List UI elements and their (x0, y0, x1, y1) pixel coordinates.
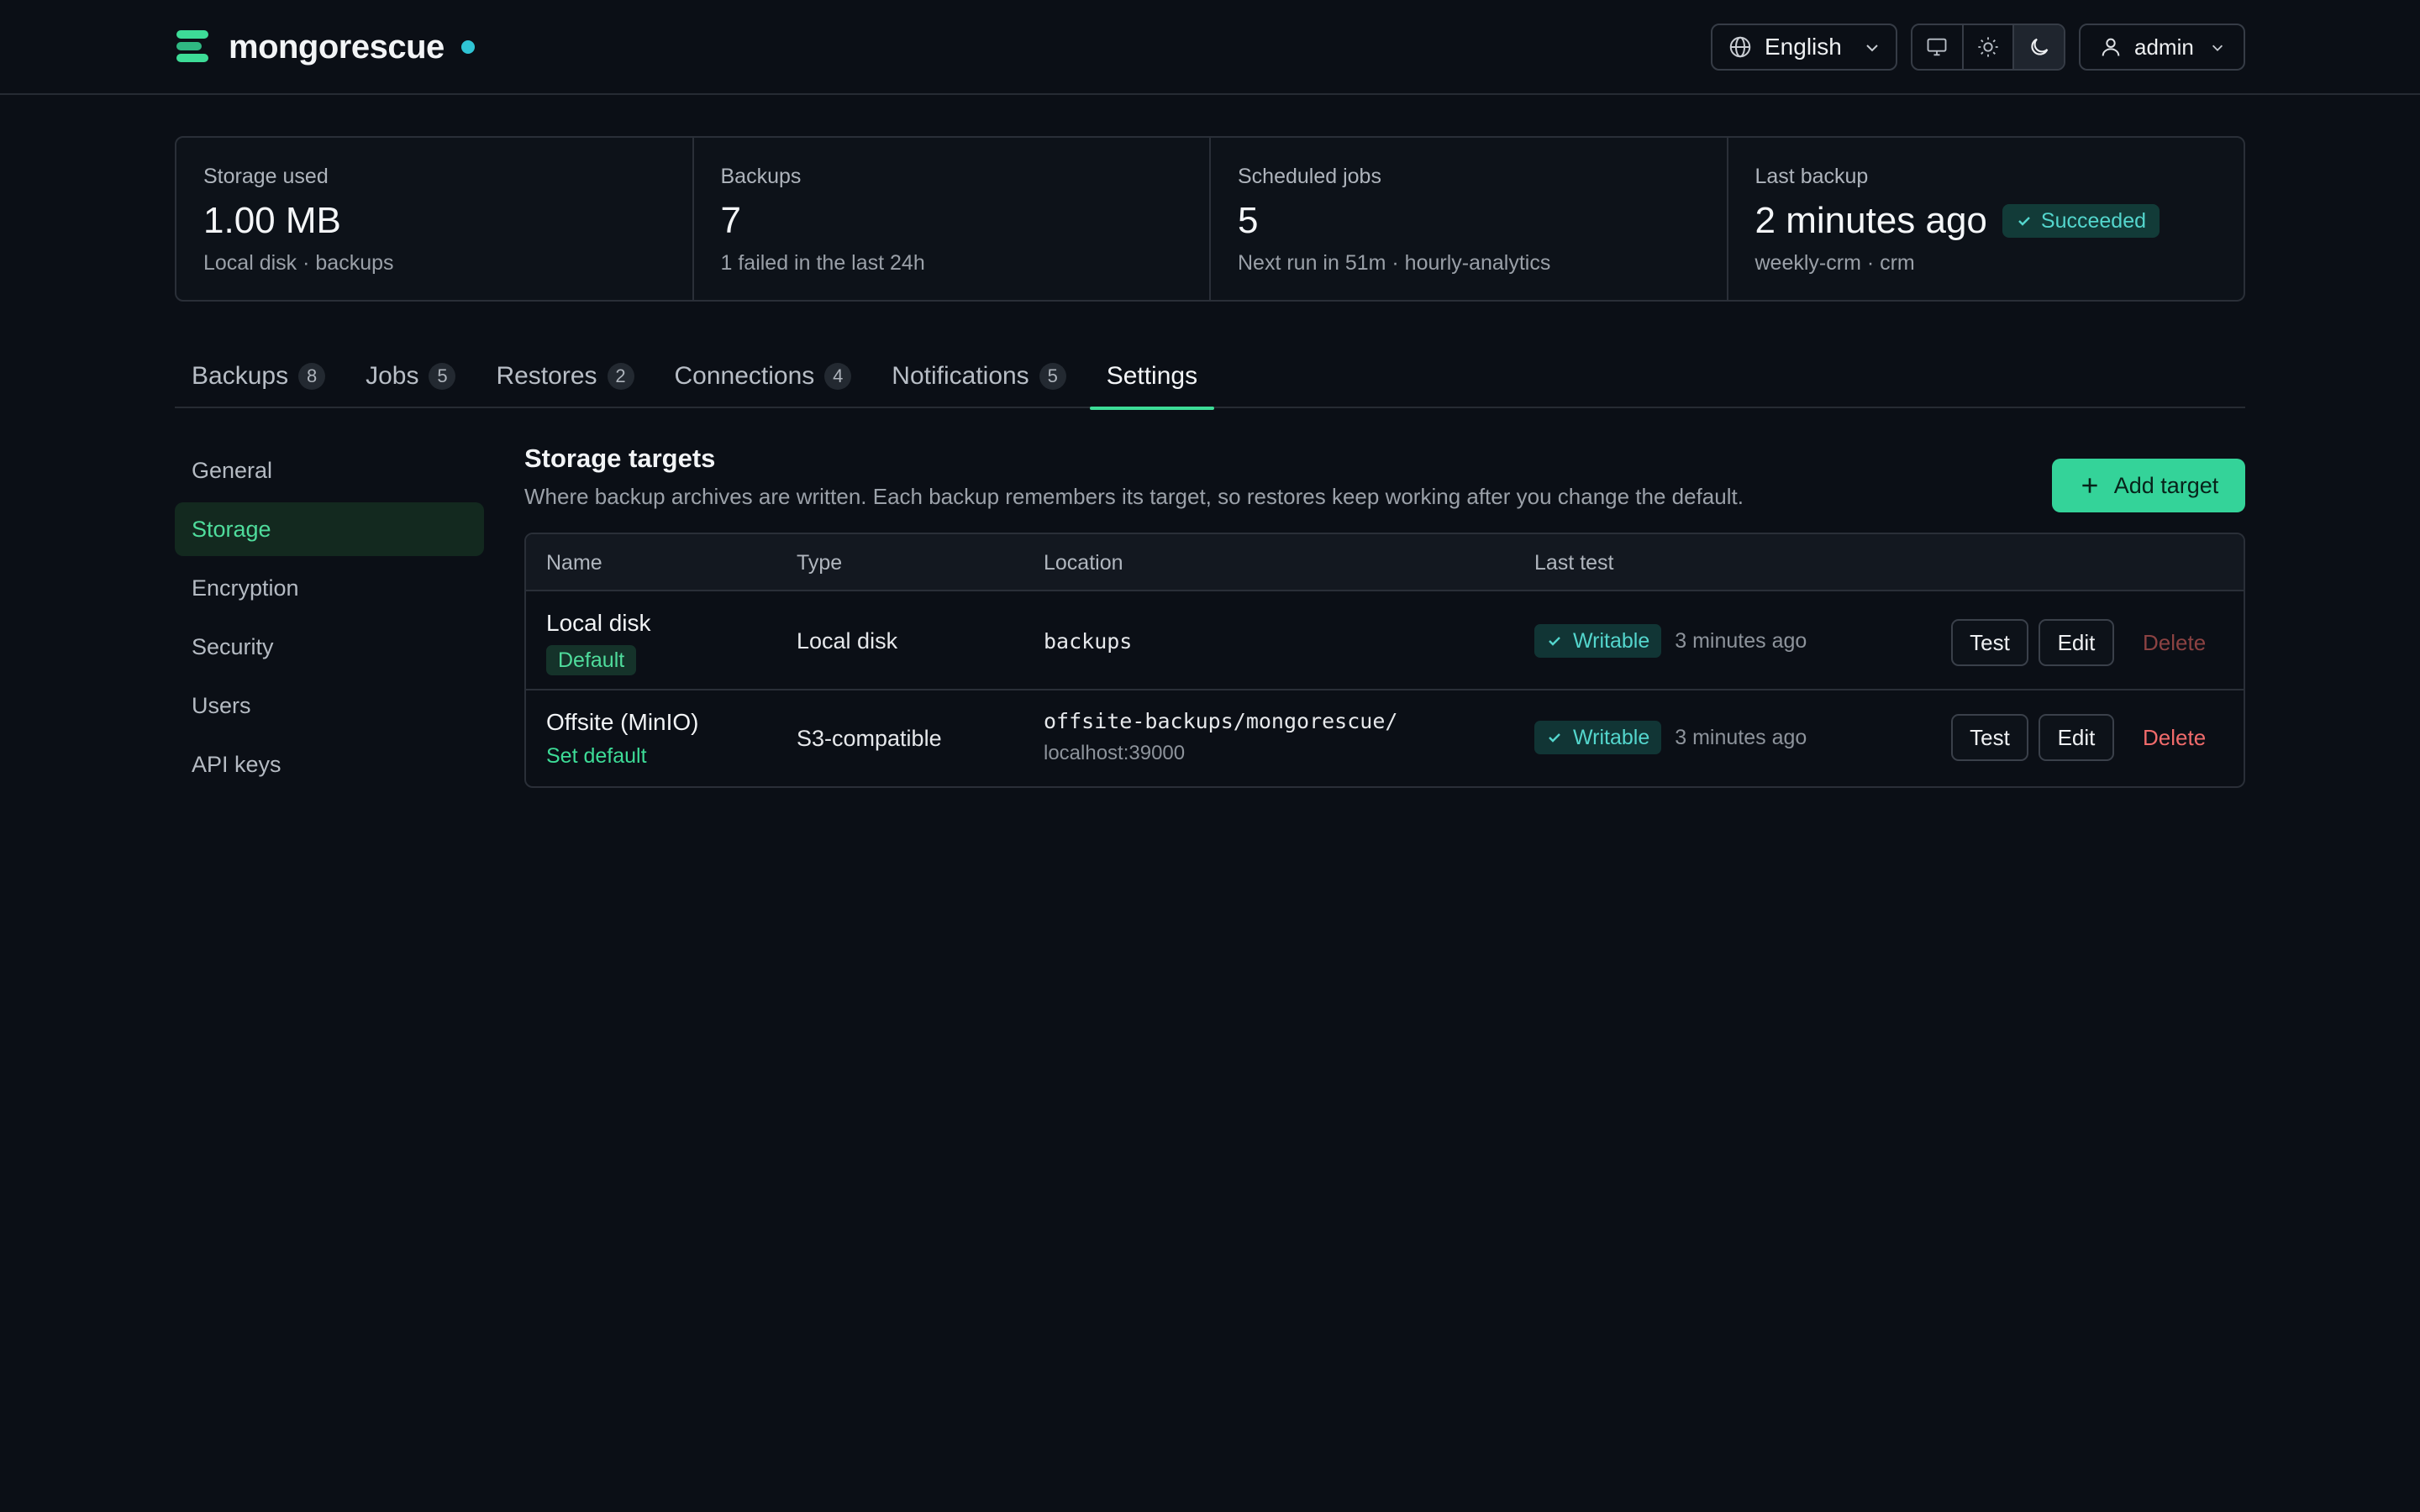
target-endpoint: localhost:39000 (1044, 742, 1186, 764)
target-name-cell: Offsite (MinIO) Set default (546, 709, 699, 769)
tab-notifications[interactable]: Notifications 5 (875, 344, 1082, 408)
check-icon (2018, 217, 2030, 226)
stat-sub: weekly-crm · crm (1754, 251, 1915, 275)
last-test-time: 3 minutes ago (1675, 725, 1807, 749)
main-tabs: Backups 8 Jobs 5 Restores 2 Connections 4 No… (175, 344, 2245, 410)
user-menu[interactable]: admin (2079, 24, 2245, 71)
brand[interactable]: mongorescue (175, 27, 475, 67)
target-name-cell: Local disk Default (546, 610, 651, 675)
logo-icon (176, 30, 208, 62)
sidebar-item-storage[interactable]: Storage (175, 502, 484, 556)
storage-targets-table: Name Type Location Last test Local disk … (524, 533, 2245, 788)
stat-label: Last backup (1754, 165, 1869, 188)
stat-value: 5 (1238, 200, 1259, 241)
storage-section: Storage targets Where backup archives ar… (524, 444, 2245, 788)
delete-button-disabled: Delete (2143, 629, 2207, 655)
edit-button[interactable]: Edit (2039, 619, 2114, 666)
stat-value: 2 minutes ago Succeeded (1755, 199, 2244, 243)
stat-sub: 1 failed in the last 24h (720, 251, 925, 275)
tab-settings[interactable]: Settings (1089, 344, 1215, 410)
theme-dark-button[interactable] (2014, 25, 2064, 69)
add-target-button[interactable]: Add target (2052, 459, 2245, 512)
test-button[interactable]: Test (1951, 714, 2028, 761)
stat-storage-used: Storage used 1.00 MB Local disk · backup… (176, 138, 694, 300)
app-name: mongorescue (229, 28, 445, 66)
globe-icon (1729, 36, 1751, 58)
tab-backups[interactable]: Backups 8 (175, 344, 342, 408)
last-test-cell: Writable 3 minutes ago (1534, 624, 1807, 658)
last-test-time: 3 minutes ago (1675, 628, 1807, 653)
theme-system-button[interactable] (1912, 25, 1964, 69)
user-icon (2102, 38, 2120, 56)
stat-sub: Next run in 51m · hourly-analytics (1238, 251, 1551, 275)
sidebar-item-users[interactable]: Users (175, 679, 484, 732)
target-location: backups (1044, 629, 1133, 654)
writable-badge: Writable (1534, 721, 1662, 754)
table-row: Offsite (MinIO) Set default S3-compatibl… (526, 690, 2244, 785)
sun-icon (1978, 37, 1998, 57)
default-badge: Default (546, 645, 637, 675)
stat-label: Backups (720, 165, 802, 188)
section-title: Storage targets (524, 444, 716, 473)
edit-button[interactable]: Edit (2039, 714, 2114, 761)
language-label: English (1765, 34, 1842, 60)
tab-count: 5 (429, 363, 456, 390)
column-name: Name (546, 550, 602, 575)
test-button[interactable]: Test (1951, 619, 2028, 666)
stats-panel: Storage used 1.00 MB Local disk · backup… (175, 136, 2245, 302)
theme-switcher (1911, 24, 2065, 71)
sidebar-item-encryption[interactable]: Encryption (175, 561, 484, 615)
tab-connections[interactable]: Connections 4 (658, 344, 869, 408)
table-row: Local disk Default Local disk backups Wr… (526, 591, 2244, 690)
stat-label: Storage used (203, 165, 329, 188)
chevron-down-icon (2212, 45, 2223, 51)
delete-button[interactable]: Delete (2143, 714, 2206, 761)
top-bar: mongorescue English admin (0, 0, 2420, 95)
target-name: Local disk (546, 610, 651, 636)
tab-count: 2 (607, 363, 634, 390)
target-location: offsite-backups/mongorescue/ (1044, 709, 1398, 733)
tab-restores[interactable]: Restores 2 (479, 344, 650, 408)
sidebar-item-general[interactable]: General (175, 444, 484, 497)
tab-count: 5 (1039, 363, 1066, 390)
stat-last-backup: Last backup 2 minutes ago Succeeded week… (1728, 138, 2244, 300)
target-name: Offsite (MinIO) (546, 709, 699, 735)
stat-sub: Local disk · backups (203, 251, 394, 275)
set-default-link[interactable]: Set default (546, 744, 699, 769)
settings-sidenav: General Storage Encryption Security User… (175, 444, 484, 796)
status-badge: Succeeded (2002, 204, 2160, 238)
check-icon (1549, 637, 1560, 646)
writable-badge: Writable (1534, 624, 1662, 658)
status-dot (460, 40, 475, 54)
stat-value: 1.00 MB (203, 200, 341, 241)
tab-count: 4 (824, 363, 852, 390)
chevron-down-icon (1866, 45, 1878, 52)
stat-value: 7 (720, 200, 741, 241)
sidebar-item-api-keys[interactable]: API keys (175, 738, 484, 791)
tab-jobs[interactable]: Jobs 5 (349, 344, 472, 408)
last-test-cell: Writable 3 minutes ago (1534, 721, 1807, 754)
theme-light-button[interactable] (1964, 25, 2015, 69)
plus-icon (2082, 478, 2097, 493)
target-location-cell: offsite-backups/mongorescue/ localhost:3… (1044, 709, 1397, 765)
sidebar-item-security[interactable]: Security (175, 620, 484, 674)
monitor-icon (1927, 38, 1947, 56)
moon-icon (2031, 38, 2048, 55)
column-last-test: Last test (1534, 550, 1614, 575)
check-icon (1549, 733, 1560, 743)
target-type: S3-compatible (797, 726, 942, 751)
column-location: Location (1044, 550, 1123, 575)
table-header: Name Type Location Last test (526, 534, 2244, 591)
target-type: Local disk (797, 628, 898, 654)
stat-backups: Backups 7 1 failed in the last 24h (694, 138, 1211, 300)
tab-count: 8 (298, 363, 326, 390)
stat-label: Scheduled jobs (1238, 165, 1381, 188)
stat-scheduled-jobs: Scheduled jobs 5 Next run in 51m · hourl… (1211, 138, 1728, 300)
column-type: Type (797, 550, 843, 575)
user-name: admin (2134, 34, 2194, 60)
language-select[interactable]: English (1711, 24, 1897, 71)
section-description: Where backup archives are written. Each … (524, 484, 1744, 509)
